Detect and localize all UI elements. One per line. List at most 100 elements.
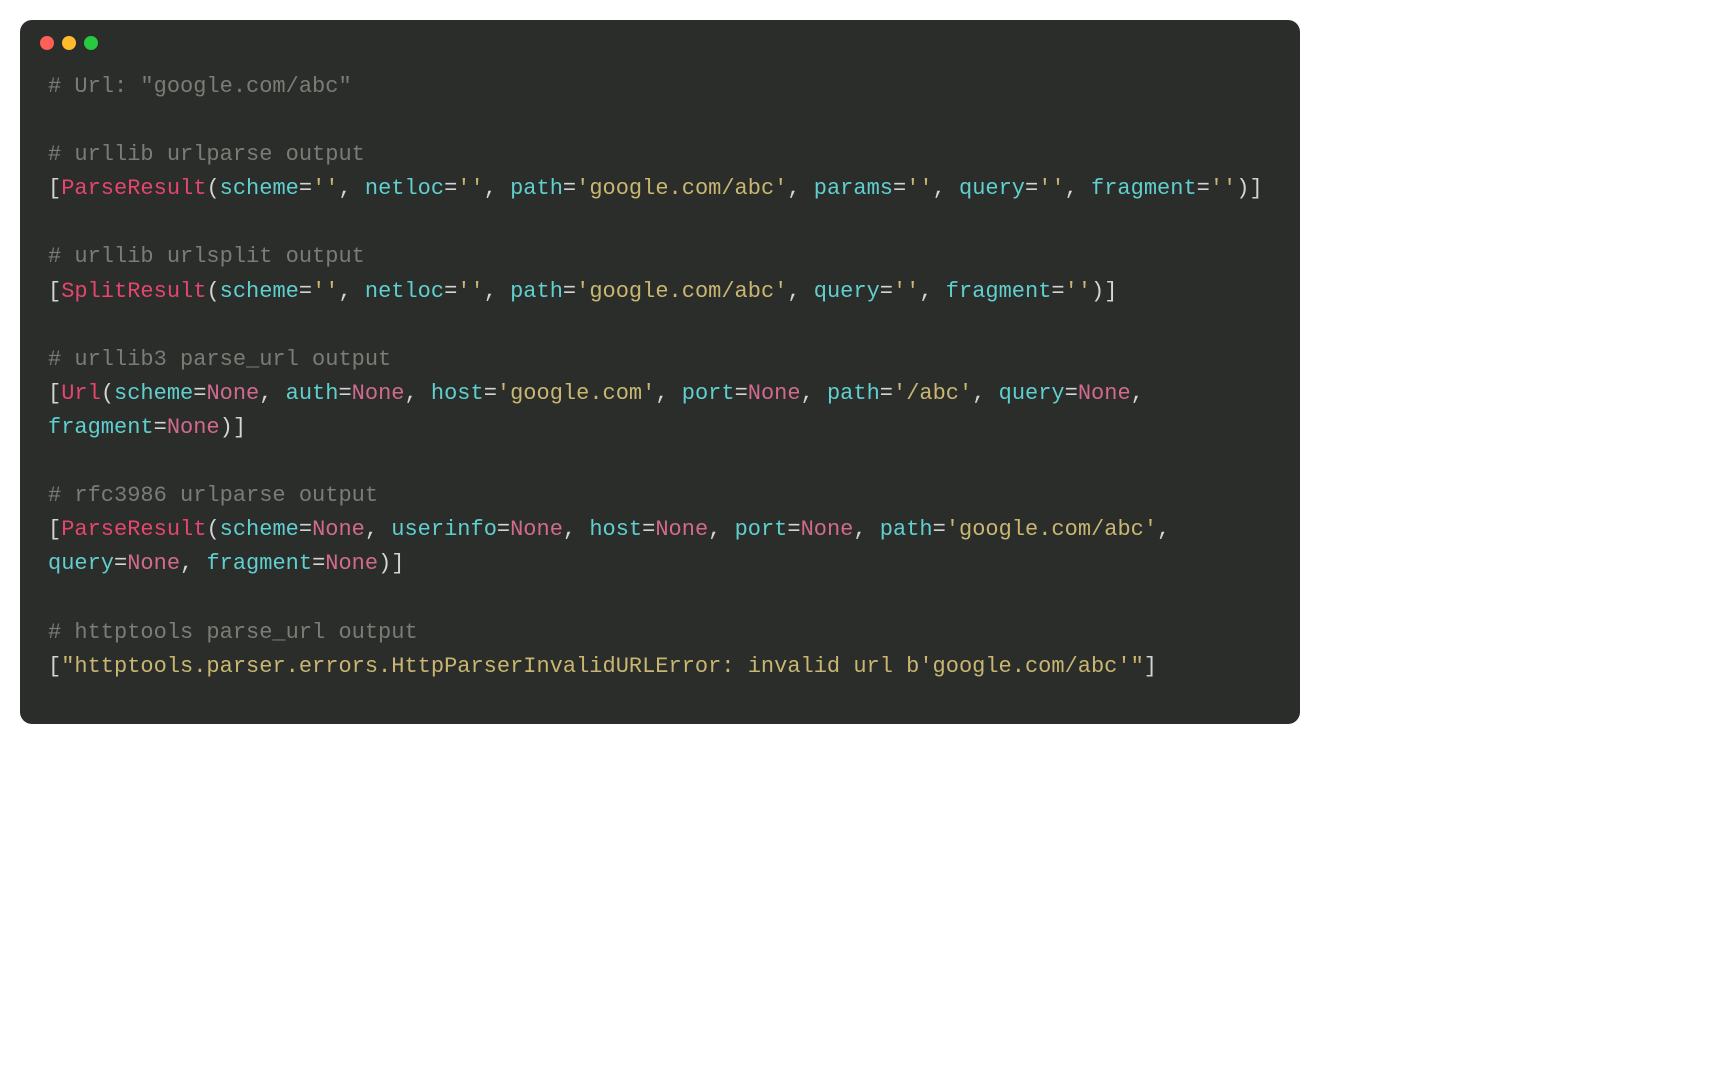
comma: ,	[365, 517, 391, 542]
eq: =	[1197, 176, 1210, 201]
comma: ,	[787, 279, 813, 304]
val-none: None	[352, 381, 405, 406]
param-query: query	[48, 551, 114, 576]
param-netloc: netloc	[365, 176, 444, 201]
param-port: port	[735, 517, 788, 542]
val-none: None	[510, 517, 563, 542]
comment-urlsplit: # urllib urlsplit output	[48, 244, 365, 269]
class-url: Url	[61, 381, 101, 406]
param-fragment: fragment	[946, 279, 1052, 304]
eq: =	[642, 517, 655, 542]
param-scheme: scheme	[220, 517, 299, 542]
eq: =	[312, 551, 325, 576]
comma: ,	[563, 517, 589, 542]
titlebar	[20, 20, 1300, 58]
comma: ,	[484, 176, 510, 201]
param-fragment: fragment	[1091, 176, 1197, 201]
val-none: None	[748, 381, 801, 406]
val-empty: ''	[457, 176, 483, 201]
eq: =	[787, 517, 800, 542]
lbracket: [	[48, 279, 61, 304]
comment-httptools: # httptools parse_url output	[48, 620, 418, 645]
param-fragment: fragment	[206, 551, 312, 576]
lbracket: [	[48, 654, 61, 679]
lparen: (	[206, 279, 219, 304]
eq: =	[154, 415, 167, 440]
comma: ,	[787, 176, 813, 201]
comment-urllib3: # urllib3 parse_url output	[48, 347, 391, 372]
val-empty: ''	[312, 279, 338, 304]
eq: =	[444, 176, 457, 201]
rbracket: ]	[233, 415, 246, 440]
param-scheme: scheme	[220, 176, 299, 201]
val-none: None	[312, 517, 365, 542]
eq: =	[1051, 279, 1064, 304]
rparen: )	[220, 415, 233, 440]
eq: =	[484, 381, 497, 406]
lbracket: [	[48, 381, 61, 406]
rparen: )	[1236, 176, 1249, 201]
class-parseresult: ParseResult	[61, 176, 206, 201]
eq: =	[880, 381, 893, 406]
comment-rfc3986: # rfc3986 urlparse output	[48, 483, 378, 508]
eq: =	[880, 279, 893, 304]
val-googlehost: 'google.com'	[497, 381, 655, 406]
eq: =	[338, 381, 351, 406]
val-slashabc: '/abc'	[893, 381, 972, 406]
eq: =	[299, 279, 312, 304]
eq: =	[193, 381, 206, 406]
param-query: query	[814, 279, 880, 304]
val-empty: ''	[312, 176, 338, 201]
rbracket: ]	[1144, 654, 1157, 679]
param-netloc: netloc	[365, 279, 444, 304]
val-googleabc: 'google.com/abc'	[576, 176, 787, 201]
val-none: None	[801, 517, 854, 542]
param-scheme: scheme	[114, 381, 193, 406]
rbracket: ]	[1104, 279, 1117, 304]
close-icon[interactable]	[40, 36, 54, 50]
eq: =	[1065, 381, 1078, 406]
lparen: (	[206, 176, 219, 201]
val-none: None	[1078, 381, 1131, 406]
lbracket: [	[48, 176, 61, 201]
comment-url: # Url: "google.com/abc"	[48, 74, 352, 99]
comma: ,	[259, 381, 285, 406]
rparen: )	[1091, 279, 1104, 304]
comma: ,	[338, 279, 364, 304]
lparen: (	[101, 381, 114, 406]
comma: ,	[1131, 381, 1157, 406]
val-empty: ''	[1065, 279, 1091, 304]
rbracket: ]	[391, 551, 404, 576]
param-host: host	[589, 517, 642, 542]
param-params: params	[814, 176, 893, 201]
comma: ,	[919, 279, 945, 304]
comma: ,	[404, 381, 430, 406]
lparen: (	[206, 517, 219, 542]
val-httperror: "httptools.parser.errors.HttpParserInval…	[61, 654, 1144, 679]
maximize-icon[interactable]	[84, 36, 98, 50]
eq: =	[735, 381, 748, 406]
rparen: )	[378, 551, 391, 576]
comma: ,	[801, 381, 827, 406]
eq: =	[563, 279, 576, 304]
param-path: path	[510, 279, 563, 304]
eq: =	[1025, 176, 1038, 201]
minimize-icon[interactable]	[62, 36, 76, 50]
code-area: # Url: "google.com/abc" # urllib urlpars…	[20, 58, 1300, 724]
comma: ,	[338, 176, 364, 201]
comma: ,	[1065, 176, 1091, 201]
eq: =	[497, 517, 510, 542]
lbracket: [	[48, 517, 61, 542]
param-fragment: fragment	[48, 415, 154, 440]
comma: ,	[708, 517, 734, 542]
param-scheme: scheme	[220, 279, 299, 304]
comma: ,	[933, 176, 959, 201]
terminal-window: # Url: "google.com/abc" # urllib urlpars…	[20, 20, 1300, 724]
param-path: path	[510, 176, 563, 201]
val-empty: ''	[906, 176, 932, 201]
val-none: None	[206, 381, 259, 406]
param-auth: auth	[286, 381, 339, 406]
class-parseresult: ParseResult	[61, 517, 206, 542]
val-googleabc: 'google.com/abc'	[946, 517, 1157, 542]
param-port: port	[682, 381, 735, 406]
